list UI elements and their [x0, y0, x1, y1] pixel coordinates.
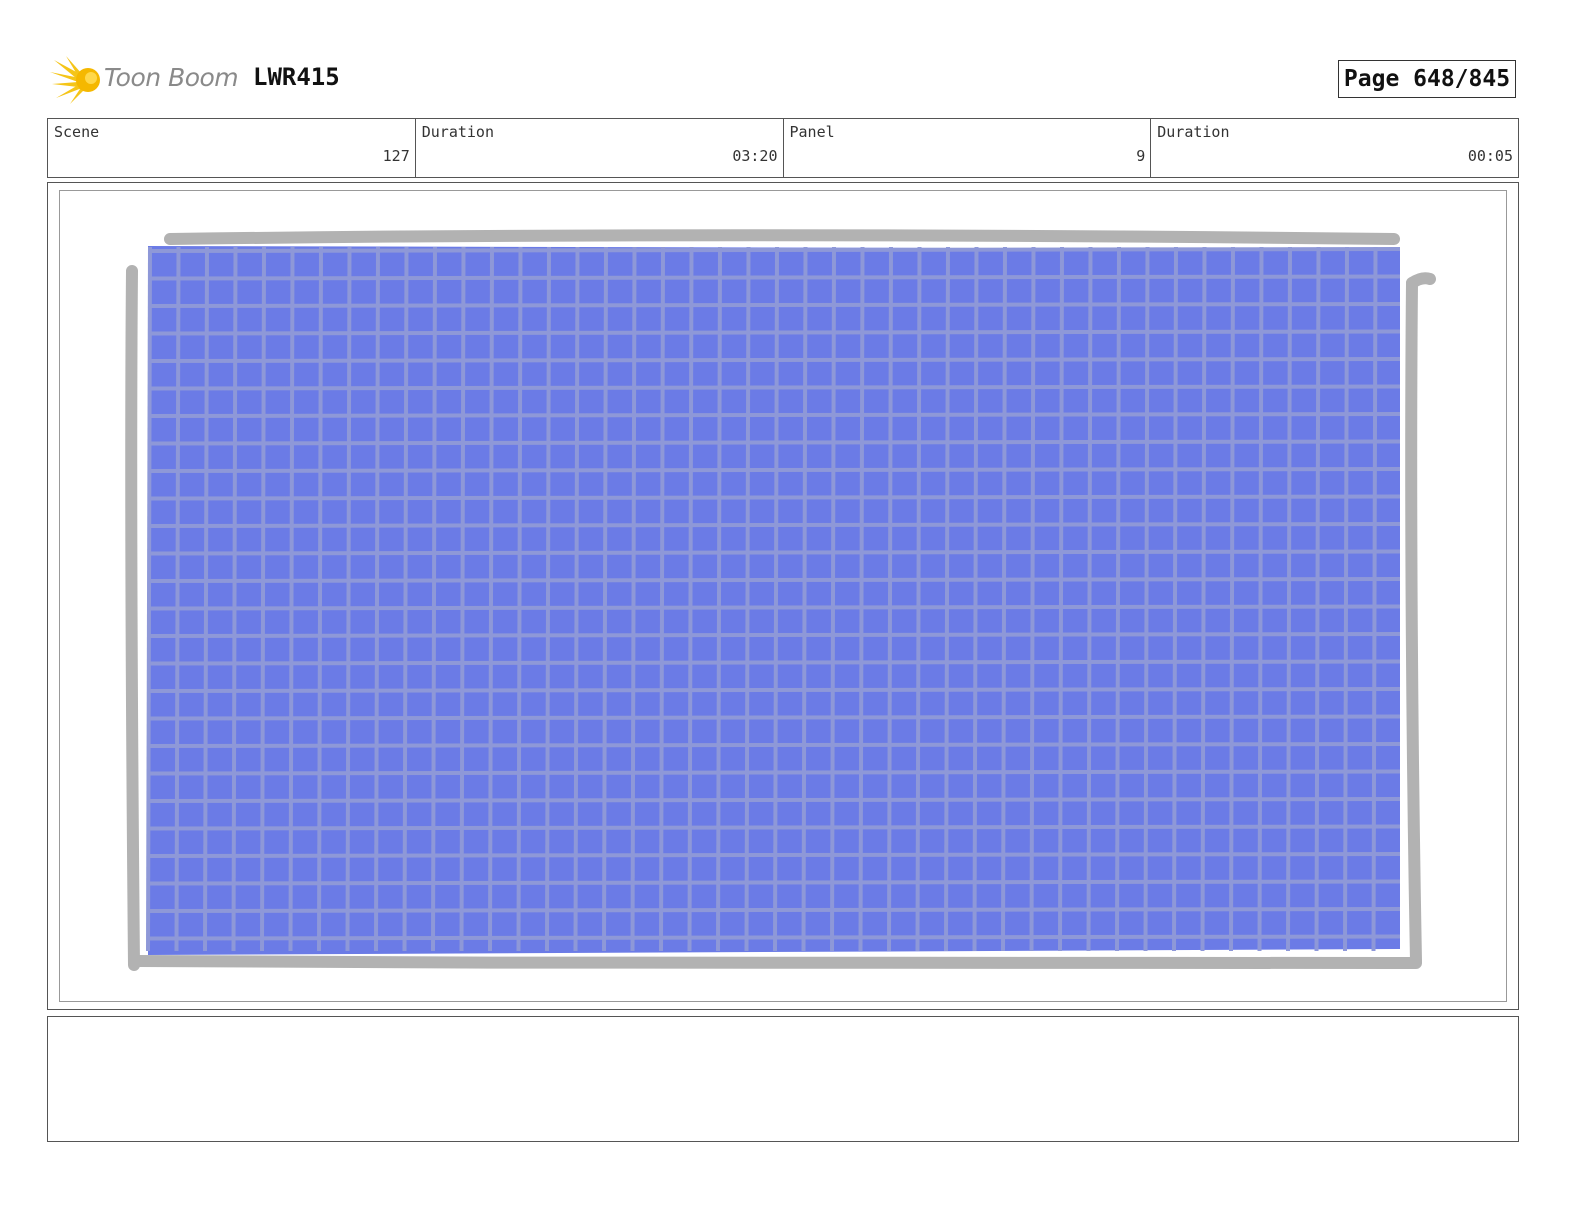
grid-line-vertical: [1200, 246, 1207, 952]
grid-line-vertical: [374, 246, 380, 952]
grid-line-vertical: [801, 246, 808, 952]
grid-line-vertical: [972, 246, 979, 952]
grid-line-vertical: [858, 246, 865, 952]
grid-line-horizontal: [147, 742, 1401, 748]
outline-bottom-stroke: [132, 955, 1422, 970]
grid-line-vertical: [345, 246, 352, 952]
outline-top-stroke: [164, 229, 1400, 245]
grid-line-vertical: [1143, 246, 1150, 952]
grid-line-horizontal: [147, 714, 1401, 721]
grid-line-vertical: [488, 246, 494, 952]
grid-line-horizontal: [147, 494, 1401, 501]
grid-line-vertical: [260, 246, 266, 952]
project-code: LWR415: [253, 63, 340, 91]
info-row: Scene 127 Duration 03:20 Panel 9 Duratio…: [47, 118, 1519, 178]
grid-line-vertical: [431, 246, 437, 952]
grid-line-horizontal: [147, 549, 1401, 556]
grid-line-vertical: [231, 246, 238, 952]
grid-line-horizontal: [147, 302, 1401, 308]
grid-line-horizontal: [147, 467, 1401, 473]
scene-duration-label: Duration: [421, 123, 494, 141]
grid-line-vertical: [288, 246, 295, 952]
toon-boom-logo: Toon Boom: [50, 54, 240, 106]
grid-line-vertical: [944, 246, 950, 952]
grid-line-vertical: [1257, 246, 1264, 952]
grid-line-horizontal: [147, 384, 1401, 391]
grid-line-vertical: [174, 246, 181, 952]
scene-duration-value: 03:20: [732, 147, 778, 165]
scene-value: 127: [382, 147, 410, 165]
grid-line-vertical: [1001, 246, 1007, 952]
outline-right-hook-stroke: [1406, 272, 1436, 289]
grid-line-vertical: [744, 246, 751, 952]
grid-line-vertical: [1343, 246, 1349, 952]
grid-line-vertical: [1229, 246, 1235, 952]
grid-line-vertical: [773, 246, 779, 952]
grid-line-vertical: [659, 246, 665, 952]
grid-line-vertical: [545, 246, 551, 952]
grid-line-horizontal: [147, 934, 1401, 941]
grid-line-horizontal: [147, 852, 1401, 858]
panel-cell: Panel 9: [784, 119, 1152, 177]
grid-line-vertical: [1314, 246, 1321, 952]
grid-line-vertical: [1029, 246, 1036, 952]
grid-line-vertical: [830, 246, 836, 952]
panel-sketch: [125, 229, 1436, 971]
panel-duration-cell: Duration 00:05: [1151, 119, 1518, 177]
grid-line-vertical: [573, 246, 580, 952]
panel-frame: [47, 182, 1519, 1010]
grid-line-vertical: [915, 246, 922, 952]
grid-line-vertical: [716, 246, 722, 952]
grid-line-horizontal: [147, 357, 1401, 363]
grid-line-horizontal: [147, 907, 1401, 913]
grid-line-vertical: [1086, 246, 1093, 952]
grid-line-vertical: [687, 246, 694, 952]
page-counter: Page 648/845: [1338, 60, 1516, 98]
outline-left-stroke: [125, 265, 140, 971]
scene-label: Scene: [54, 123, 100, 141]
grid-line-horizontal: [147, 632, 1401, 638]
grid-line-horizontal: [147, 797, 1401, 803]
grid-line-vertical: [1115, 246, 1121, 952]
grid-line-vertical: [402, 246, 409, 952]
grid-line-horizontal: [147, 522, 1401, 528]
starburst-icon: [50, 56, 100, 104]
panel-label: Panel: [789, 123, 835, 141]
grid-line-vertical: [1371, 246, 1378, 952]
notes-box: [47, 1016, 1519, 1142]
grid-line-vertical: [887, 246, 893, 952]
grid-line-vertical: [1058, 246, 1064, 952]
panel-value: 9: [1136, 147, 1146, 165]
grid-line-horizontal: [147, 824, 1401, 831]
grid-line-vertical: [1172, 246, 1178, 952]
grid-line-vertical: [630, 246, 637, 952]
grid-line-horizontal: [147, 687, 1401, 693]
grid-line-horizontal: [147, 274, 1401, 281]
grid-line-vertical: [516, 246, 523, 952]
logo-text: Toon Boom: [104, 63, 239, 92]
grid-line-horizontal: [147, 329, 1401, 336]
grid-line-horizontal: [147, 879, 1401, 886]
grid-line-horizontal: [147, 604, 1401, 611]
panel-duration-label: Duration: [1157, 123, 1230, 141]
scene-cell: Scene 127: [48, 119, 416, 177]
grid-line-vertical: [317, 246, 323, 952]
grid-line-horizontal: [147, 577, 1401, 583]
grid-line-horizontal: [147, 439, 1401, 446]
grid-line-horizontal: [147, 247, 1401, 253]
grid-line-horizontal: [147, 412, 1401, 418]
grid-line-vertical: [459, 246, 466, 952]
grid-line-vertical: [146, 246, 152, 952]
grid-line-vertical: [602, 246, 608, 952]
outline-right-stroke: [1405, 277, 1422, 967]
panel-duration-value: 00:05: [1467, 147, 1513, 165]
grid-line-horizontal: [147, 659, 1401, 666]
scene-duration-cell: Duration 03:20: [416, 119, 784, 177]
grid-line-vertical: [1286, 246, 1292, 952]
grid-line-horizontal: [147, 769, 1401, 776]
grid-line-vertical: [203, 246, 209, 952]
panel-image: [59, 190, 1507, 1002]
